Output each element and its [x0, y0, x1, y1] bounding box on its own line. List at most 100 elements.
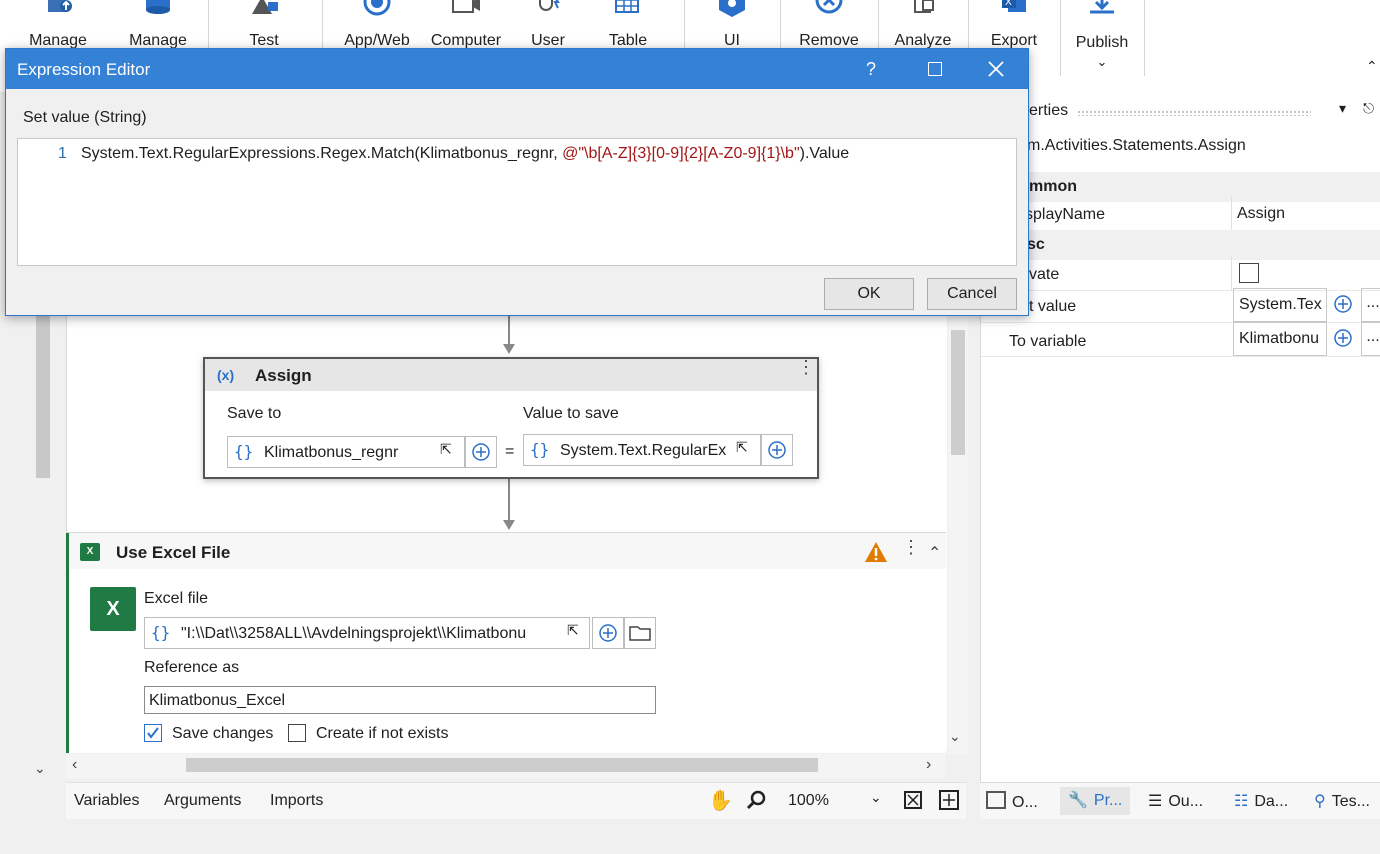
excel-icon: X	[80, 543, 100, 561]
zoom-dropdown-icon[interactable]: ⌄	[870, 789, 882, 806]
create-if-not-exists-checkbox[interactable]	[288, 724, 306, 742]
excel-accent-bar	[66, 533, 69, 753]
properties-panel: erties ▾ ⎋ m.Activities.Statements.Assig…	[980, 92, 1380, 782]
plus-circle-icon	[768, 441, 786, 459]
designer-horizontal-scroll-thumb[interactable]	[186, 758, 818, 772]
camera-icon	[452, 0, 480, 13]
plus-circle-icon[interactable]	[1329, 324, 1357, 352]
add-value-button[interactable]	[761, 434, 793, 466]
more-options-icon[interactable]: ⋮	[902, 538, 920, 556]
collapse-icon[interactable]: ⌃	[928, 543, 941, 563]
cancel-button[interactable]: Cancel	[927, 278, 1017, 310]
tab-data-manager[interactable]: ☷ Da...	[1234, 791, 1288, 811]
warning-icon[interactable]	[864, 541, 888, 563]
value-to-save-value: System.Text.RegularExp	[560, 442, 726, 459]
fit-to-screen-icon[interactable]	[902, 789, 924, 811]
reference-as-input[interactable]: Klimatbonus_Excel	[144, 686, 656, 714]
expand-icon[interactable]: ⇱	[440, 441, 452, 458]
maximize-button[interactable]	[928, 62, 942, 76]
save-to-label: Save to	[227, 405, 282, 422]
set-value-ellipsis-button[interactable]: ...	[1361, 288, 1380, 322]
tab-test-explorer[interactable]: ⚲ Tes...	[1314, 791, 1370, 811]
scroll-right-icon[interactable]: ›	[926, 756, 931, 774]
private-checkbox[interactable]	[1239, 263, 1259, 283]
save-to-value: Klimatbonus_regnr	[264, 444, 399, 461]
properties-title: erties	[1029, 102, 1069, 119]
equals-sign: =	[505, 443, 515, 460]
designer-bottom-bar: Variables Arguments Imports ✋ 100% ⌄	[66, 782, 966, 819]
more-options-icon[interactable]: ⋮	[797, 358, 815, 376]
expression-code-editor[interactable]: 1 System.Text.RegularExpressions.Regex.M…	[17, 138, 1017, 266]
excel-file-label: Excel file	[144, 590, 209, 607]
plus-circle-icon[interactable]	[1329, 290, 1357, 318]
ok-button[interactable]: OK	[824, 278, 914, 310]
chevron-down-icon[interactable]: ⌄	[1064, 54, 1140, 70]
assign-activity[interactable]: (x) Assign ⋮ Save to Value to save {} Kl…	[203, 357, 819, 479]
set-value-text: System.Tex	[1239, 296, 1322, 313]
property-private: vate	[981, 256, 1380, 291]
tab-test-label: Tes...	[1331, 793, 1370, 810]
property-set-value: t value System.Tex ...	[981, 288, 1380, 323]
save-to-field[interactable]: {} Klimatbonus_regnr ⇱	[227, 436, 465, 468]
to-variable-ellipsis-button[interactable]: ...	[1361, 322, 1380, 356]
database-icon	[146, 0, 170, 14]
scroll-down-icon[interactable]: ⌄	[949, 728, 961, 745]
zoom-level[interactable]: 100%	[788, 792, 829, 810]
panel-grip	[1077, 110, 1311, 116]
browse-folder-button[interactable]	[624, 617, 656, 649]
folder-icon	[629, 626, 651, 641]
pin-icon[interactable]: ⎋	[1363, 100, 1374, 117]
collapse-ribbon-icon[interactable]: ⌃	[1366, 58, 1378, 75]
svg-text:X: X	[1005, 0, 1012, 8]
excel-file-large-icon: X	[90, 587, 136, 631]
expand-icon[interactable]: ⇱	[736, 439, 748, 456]
left-scrollbar-thumb[interactable]	[36, 300, 50, 478]
tab-properties[interactable]: 🔧 Pr...	[1060, 787, 1131, 815]
hand-pan-icon[interactable]: ✋	[708, 788, 733, 813]
to-variable-field[interactable]: Klimatbonu	[1233, 322, 1327, 356]
expression-icon: {}	[530, 440, 550, 459]
zoom-search-icon[interactable]	[746, 789, 768, 811]
save-changes-checkbox[interactable]	[144, 724, 162, 742]
excel-file-path-field[interactable]: {} "I:\\Dat\\3258ALL\\Avdelningsprojekt\…	[144, 617, 590, 649]
designer-vertical-scroll-thumb[interactable]	[951, 330, 965, 455]
imports-tab[interactable]: Imports	[270, 792, 323, 810]
scroll-down-icon[interactable]: ⌄	[34, 760, 46, 777]
plus-circle-icon	[472, 443, 490, 461]
expand-icon[interactable]: ⇱	[567, 622, 579, 639]
close-icon[interactable]	[988, 61, 1004, 77]
dialog-title-bar: Expression Editor ?	[6, 49, 1028, 89]
panel-options-icon[interactable]: ▾	[1339, 100, 1346, 117]
help-button[interactable]: ?	[866, 59, 876, 80]
publish-label: Publish	[1075, 34, 1129, 51]
add-file-button[interactable]	[592, 617, 624, 649]
use-excel-file-activity[interactable]: X Use Excel File ⋮ ⌃ X Excel file {} "I:…	[66, 532, 946, 753]
publish-button[interactable]: Publish ⌄	[1064, 0, 1140, 92]
tab-outline[interactable]: O...	[986, 791, 1038, 812]
code-line: System.Text.RegularExpressions.Regex.Mat…	[81, 145, 849, 163]
value-to-save-field[interactable]: {} System.Text.RegularExp ⇱	[523, 434, 761, 466]
variables-tab[interactable]: Variables	[74, 792, 140, 810]
add-save-to-button[interactable]	[465, 436, 497, 468]
flask-icon: ⚲	[1314, 793, 1326, 810]
wrench-icon: 🔧	[1068, 792, 1088, 809]
to-variable-text: Klimatbonu	[1239, 330, 1320, 347]
expression-editor-dialog: Expression Editor ? Set value (String) 1…	[5, 48, 1029, 316]
line-number: 1	[58, 145, 67, 162]
analyze-icon	[914, 0, 934, 13]
set-value-type-label: Set value (String)	[23, 109, 147, 126]
object-repository-icon	[986, 791, 1006, 809]
set-value-field[interactable]: System.Tex	[1233, 288, 1327, 322]
activity-type: m.Activities.Statements.Assign	[1027, 137, 1246, 154]
to-variable-label: To variable	[1009, 333, 1087, 350]
displayname-value[interactable]: Assign	[1237, 205, 1285, 223]
tab-properties-label: Pr...	[1093, 792, 1123, 809]
scroll-left-icon[interactable]: ‹	[72, 756, 77, 774]
record-icon	[363, 0, 391, 16]
panel-tabs: O... 🔧 Pr... ☰ Ou... ☷ Da... ⚲ Tes...	[980, 782, 1380, 819]
tab-outline-2[interactable]: ☰ Ou...	[1148, 791, 1203, 811]
overview-icon[interactable]	[938, 789, 960, 811]
arguments-tab[interactable]: Arguments	[164, 792, 241, 810]
code-prefix: System.Text.RegularExpressions.Regex.Mat…	[81, 145, 563, 162]
set-value-label: t value	[1029, 298, 1077, 315]
